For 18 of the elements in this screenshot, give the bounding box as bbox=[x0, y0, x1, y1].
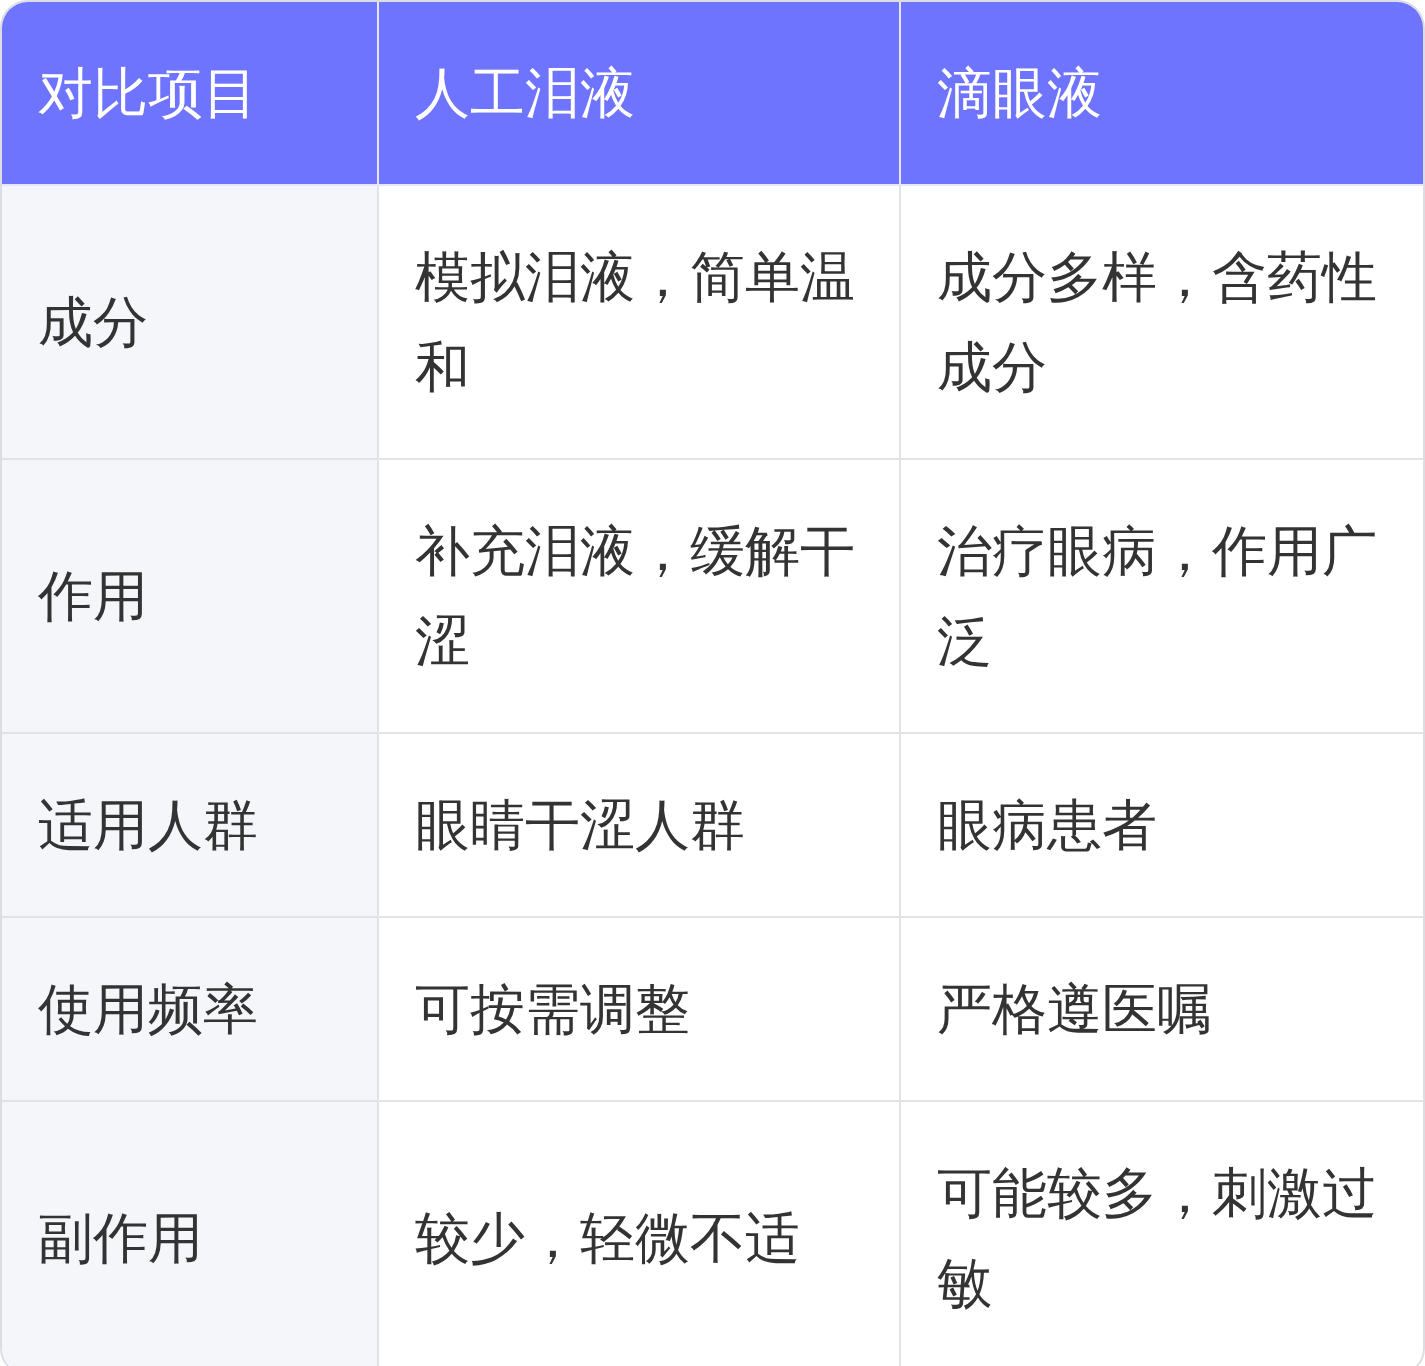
header-cell: 对比项目 bbox=[2, 2, 379, 186]
table-cell: 模拟泪液，简单温和 bbox=[379, 186, 901, 460]
table-cell: 使用频率 bbox=[2, 918, 379, 1102]
table-cell: 较少，轻微不适 bbox=[379, 1102, 901, 1366]
table-cell: 治疗眼病，作用广泛 bbox=[901, 460, 1423, 734]
table-cell: 眼病患者 bbox=[901, 734, 1423, 918]
table-cell: 眼睛干涩人群 bbox=[379, 734, 901, 918]
table-cell: 适用人群 bbox=[2, 734, 379, 918]
table-cell: 补充泪液，缓解干涩 bbox=[379, 460, 901, 734]
table-cell: 副作用 bbox=[2, 1102, 379, 1366]
header-cell: 滴眼液 bbox=[901, 2, 1423, 186]
header-cell: 人工泪液 bbox=[379, 2, 901, 186]
table-cell: 成分 bbox=[2, 186, 379, 460]
table-cell: 成分多样，含药性成分 bbox=[901, 186, 1423, 460]
table-cell: 作用 bbox=[2, 460, 379, 734]
table-cell: 严格遵医嘱 bbox=[901, 918, 1423, 1102]
table-cell-text: 可能较多，刺激过敏 bbox=[936, 1160, 1378, 1317]
table-cell: 可按需调整 bbox=[379, 918, 901, 1102]
